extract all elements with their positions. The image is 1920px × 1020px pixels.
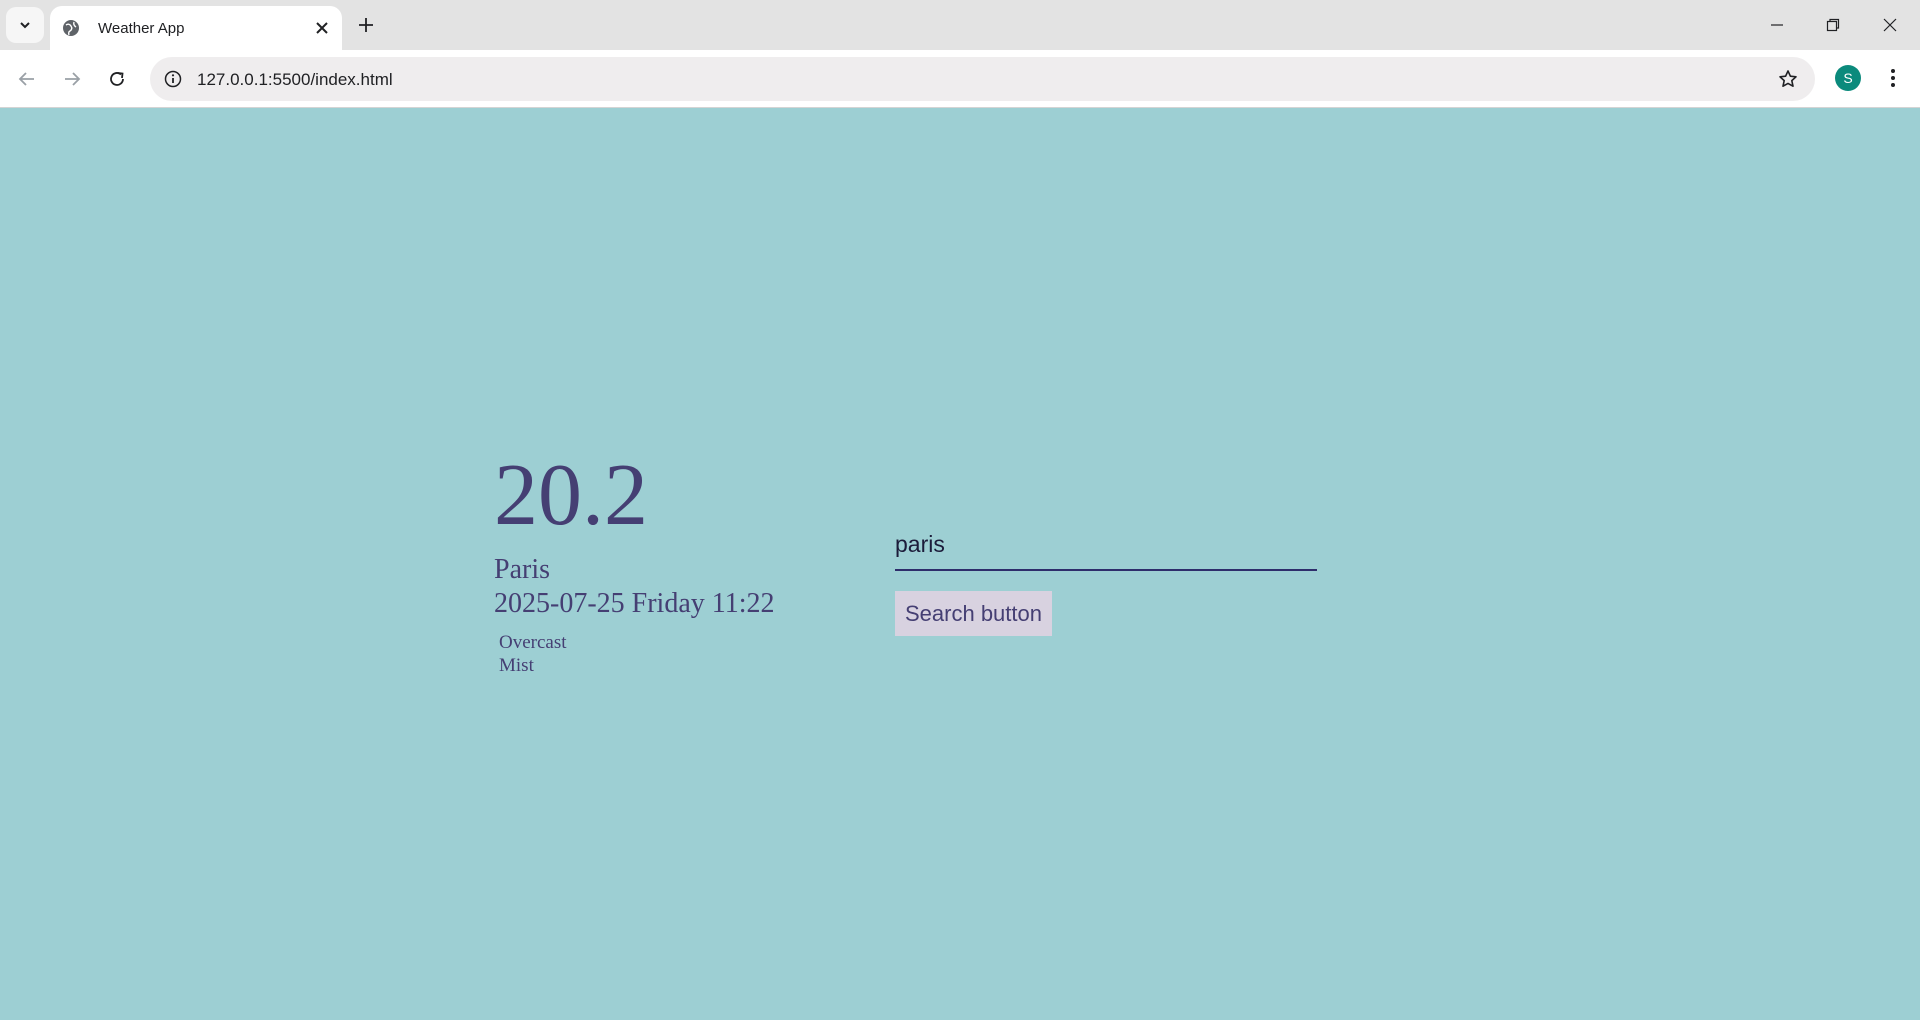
page-content: 20.2 Paris 2025-07-25 Friday 11:22 Overc… xyxy=(0,109,1920,1020)
date-time: 2025-07-25 Friday 11:22 xyxy=(494,588,775,619)
reload-icon[interactable] xyxy=(102,64,132,94)
back-arrow-icon[interactable] xyxy=(12,64,42,94)
condition-item: Overcast xyxy=(499,632,567,653)
url-text[interactable]: 127.0.0.1:5500/index.html xyxy=(197,70,393,90)
star-icon[interactable] xyxy=(1777,68,1799,90)
conditions-list: Overcast Mist xyxy=(499,631,775,677)
globe-icon xyxy=(62,19,80,37)
search-input[interactable] xyxy=(895,519,1317,571)
profile-avatar[interactable]: S xyxy=(1835,65,1861,91)
browser-tabbar: Weather App xyxy=(0,0,1920,50)
weather-panel: 20.2 Paris 2025-07-25 Friday 11:22 Overc… xyxy=(494,451,775,677)
city-name: Paris xyxy=(494,554,550,585)
window-close-icon[interactable] xyxy=(1870,10,1910,40)
address-bar[interactable]: 127.0.0.1:5500/index.html xyxy=(150,57,1815,101)
tab-title: Weather App xyxy=(98,19,185,37)
browser-toolbar: 127.0.0.1:5500/index.html S xyxy=(0,50,1920,108)
chevron-down-icon xyxy=(20,22,30,29)
forward-arrow-icon[interactable] xyxy=(57,64,87,94)
tab-weather-app[interactable]: Weather App xyxy=(50,6,342,50)
info-icon[interactable] xyxy=(162,68,184,90)
condition-item: Mist xyxy=(499,655,534,676)
search-area: Search button xyxy=(895,519,1317,636)
more-vertical-icon[interactable] xyxy=(1880,65,1906,91)
minimize-icon[interactable] xyxy=(1757,10,1797,40)
search-button[interactable]: Search button xyxy=(895,591,1052,636)
restore-icon[interactable] xyxy=(1813,10,1853,40)
tab-search-button[interactable] xyxy=(6,7,44,43)
close-icon[interactable] xyxy=(312,18,332,38)
temperature: 20.2 xyxy=(494,447,648,544)
plus-icon[interactable] xyxy=(354,13,378,37)
